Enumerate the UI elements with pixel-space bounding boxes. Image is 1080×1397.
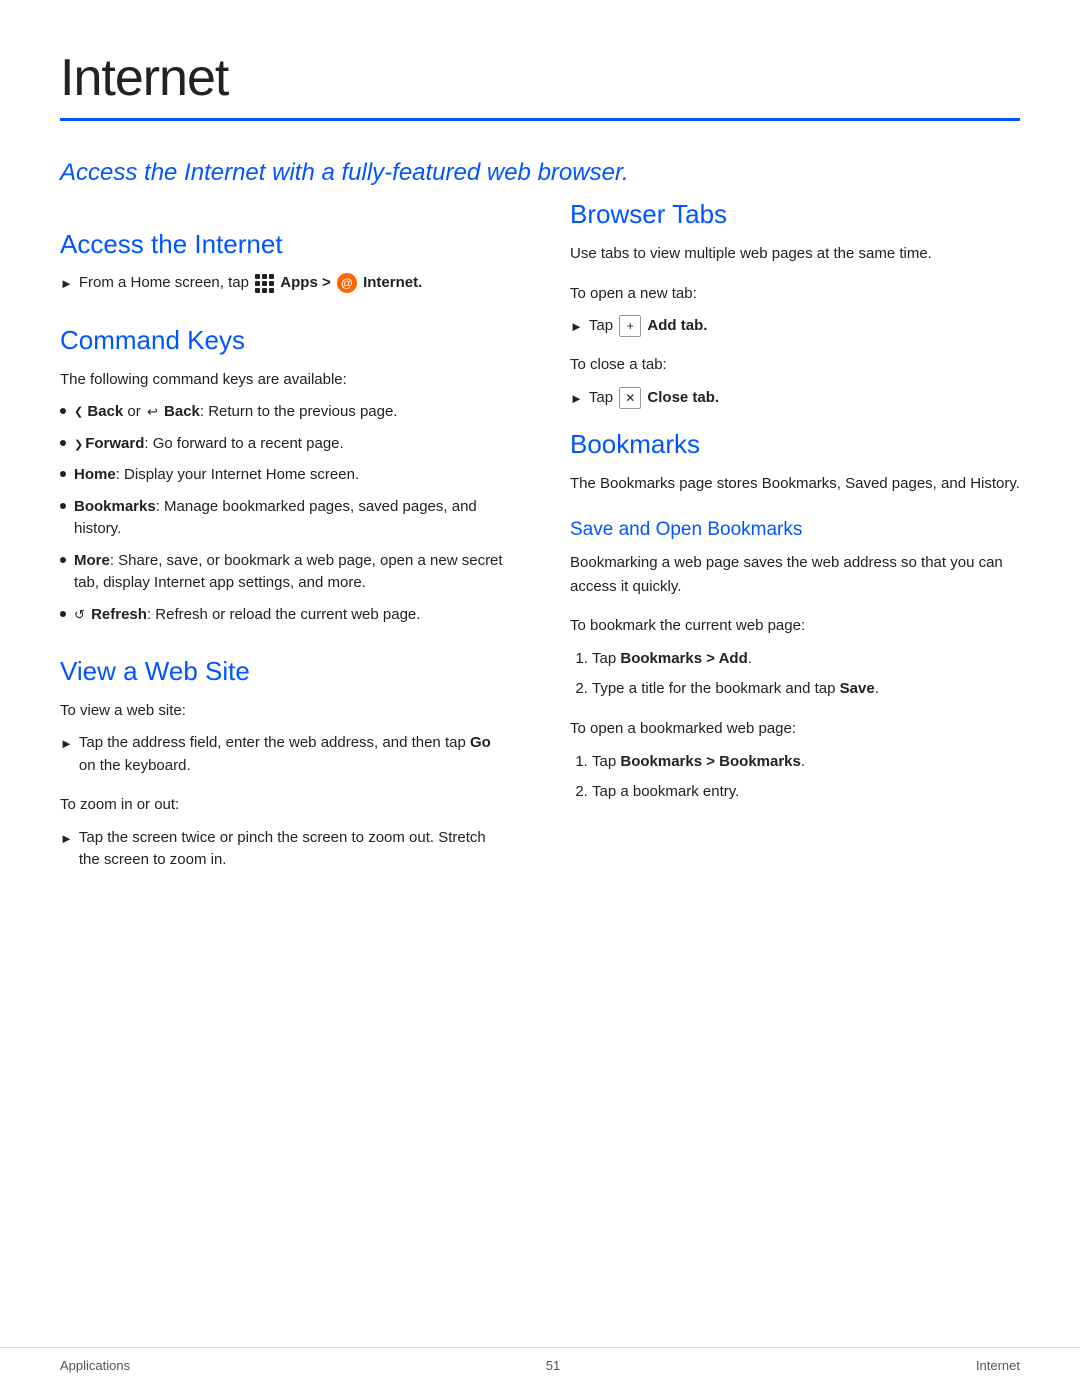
bullet-icon xyxy=(60,557,66,563)
footer-center: 51 xyxy=(546,1358,560,1373)
save-bookmarks-desc: Bookmarking a web page saves the web add… xyxy=(570,551,1020,598)
arrow-bullet-icon: ► xyxy=(60,274,73,294)
list-item: Type a title for the bookmark and tap Sa… xyxy=(592,677,1020,700)
close-tab-step: ► Tap ✕ Close tab. xyxy=(570,387,1020,410)
browser-tabs-desc: Use tabs to view multiple web pages at t… xyxy=(570,242,1020,265)
section-access-internet: Access the Internet xyxy=(60,229,510,260)
page-footer: Applications 51 Internet xyxy=(0,1347,1080,1373)
arrow-bullet-icon4: ► xyxy=(570,317,583,337)
bullet-icon xyxy=(60,503,66,509)
list-item: Home: Display your Internet Home screen. xyxy=(60,464,510,487)
internet-app-icon: @ xyxy=(337,273,357,293)
new-tab-intro: To open a new tab: xyxy=(570,282,1020,305)
view-web-site-step: ► Tap the address field, enter the web a… xyxy=(60,732,510,777)
zoom-intro: To zoom in or out: xyxy=(60,793,510,816)
open-bookmark-steps-list: Tap Bookmarks > Bookmarks. Tap a bookmar… xyxy=(570,750,1020,804)
list-item: Bookmarks: Manage bookmarked pages, save… xyxy=(60,496,510,541)
footer-right: Internet xyxy=(976,1358,1020,1373)
zoom-step-text: Tap the screen twice or pinch the screen… xyxy=(79,827,510,872)
zoom-step: ► Tap the screen twice or pinch the scre… xyxy=(60,827,510,872)
command-keys-intro: The following command keys are available… xyxy=(60,368,510,391)
title-divider xyxy=(60,118,1020,121)
footer-left: Applications xyxy=(60,1358,130,1373)
bookmark-current-intro: To bookmark the current web page: xyxy=(570,614,1020,637)
list-item: More: Share, save, or bookmark a web pag… xyxy=(60,550,510,595)
open-bookmark-intro: To open a bookmarked web page: xyxy=(570,717,1020,740)
list-item: Tap Bookmarks > Bookmarks. xyxy=(592,750,1020,773)
list-item: ↺ Refresh: Refresh or reload the current… xyxy=(60,604,510,627)
left-column: Access the Internet ► From a Home screen… xyxy=(60,199,510,879)
arrow-bullet-icon5: ► xyxy=(570,389,583,409)
section-view-web-site: View a Web Site xyxy=(60,656,510,687)
command-keys-list: ❮ Back or ↩ Back: Return to the previous… xyxy=(60,401,510,626)
list-item: Tap Bookmarks > Add. xyxy=(592,647,1020,670)
bullet-icon xyxy=(60,408,66,414)
close-tab-intro: To close a tab: xyxy=(570,353,1020,376)
add-tab-icon: + xyxy=(619,315,641,337)
list-item: Tap a bookmark entry. xyxy=(592,780,1020,803)
right-column: Browser Tabs Use tabs to view multiple w… xyxy=(570,199,1020,879)
section-bookmarks: Bookmarks xyxy=(570,429,1020,460)
intro-text: Access the Internet with a fully-feature… xyxy=(60,157,1020,189)
bullet-icon xyxy=(60,440,66,446)
list-item: ❮ Back or ↩ Back: Return to the previous… xyxy=(60,401,510,424)
add-tab-label: Add tab. xyxy=(647,317,707,334)
view-web-site-intro: To view a web site: xyxy=(60,699,510,722)
bookmarks-desc: The Bookmarks page stores Bookmarks, Sav… xyxy=(570,472,1020,495)
page-title: Internet xyxy=(60,48,1020,108)
section-command-keys: Command Keys xyxy=(60,325,510,356)
access-internet-text: From a Home screen, tap Apps > @ Interne… xyxy=(79,272,422,295)
section-browser-tabs: Browser Tabs xyxy=(570,199,1020,230)
subsection-save-bookmarks: Save and Open Bookmarks xyxy=(570,519,1020,541)
bullet-icon xyxy=(60,471,66,477)
internet-label: Internet. xyxy=(363,274,422,291)
bookmark-steps-list: Tap Bookmarks > Add. Type a title for th… xyxy=(570,647,1020,701)
new-tab-step: ► Tap + Add tab. xyxy=(570,315,1020,338)
apps-label: Apps > xyxy=(280,274,330,291)
access-internet-step: ► From a Home screen, tap Apps > @ Inter… xyxy=(60,272,510,295)
bullet-icon xyxy=(60,611,66,617)
close-tab-icon: ✕ xyxy=(619,387,641,409)
list-item: ❯Forward: Go forward to a recent page. xyxy=(60,433,510,456)
close-tab-label: Close tab. xyxy=(647,389,719,406)
arrow-bullet-icon2: ► xyxy=(60,734,73,754)
arrow-bullet-icon3: ► xyxy=(60,829,73,849)
apps-icon xyxy=(255,274,274,293)
